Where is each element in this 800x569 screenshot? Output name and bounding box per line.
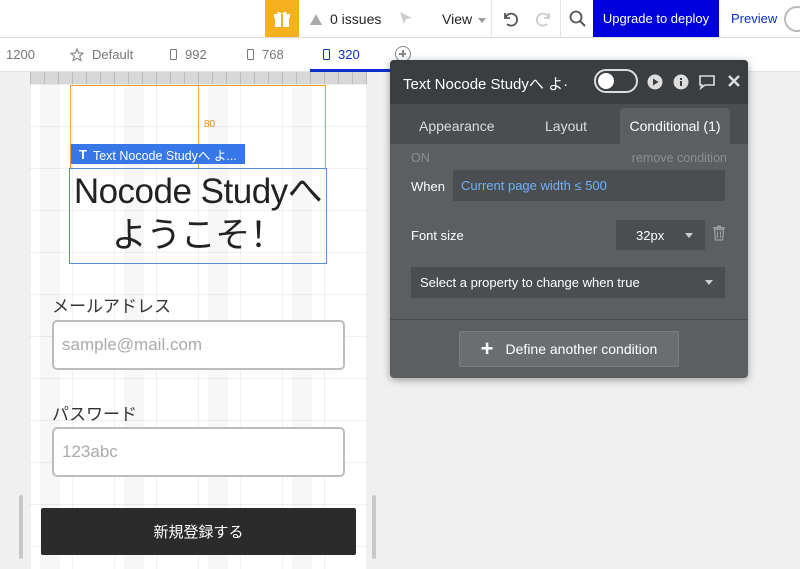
- info-icon[interactable]: [673, 74, 689, 90]
- redo-button[interactable]: [534, 9, 554, 34]
- issues-count: 0 issues: [330, 11, 382, 27]
- tab-layout[interactable]: Layout: [545, 118, 587, 134]
- remove-condition-link[interactable]: remove condition: [632, 151, 727, 165]
- page-canvas: 80 Nocode Studyへ ようこそ！ T Text Nocode Stu…: [30, 84, 367, 569]
- email-placeholder: sample@mail.com: [62, 335, 203, 354]
- editor-header[interactable]: Text Nocode Studyへ よ·: [390, 60, 748, 104]
- editor-divider: [390, 319, 748, 320]
- plus-icon: +: [480, 336, 494, 361]
- define-condition-button[interactable]: + Define another condition: [459, 331, 679, 367]
- debug-toggle[interactable]: [594, 69, 638, 93]
- star-icon: [70, 47, 84, 62]
- flask-icon: [598, 73, 614, 89]
- warning-icon: [310, 13, 322, 25]
- font-size-label: Font size: [411, 228, 464, 243]
- cursor-icon: [400, 12, 412, 24]
- chevron-down-icon: [685, 233, 693, 238]
- email-label: メールアドレス: [52, 297, 171, 316]
- tab-conditional[interactable]: Conditional (1): [620, 108, 730, 144]
- password-placeholder: 123abc: [62, 442, 118, 461]
- breakpoint-label: 320: [338, 47, 360, 62]
- undo-icon: [504, 12, 518, 27]
- toolbar-divider: [560, 0, 561, 37]
- property-placeholder: Select a property to change when true: [420, 275, 640, 290]
- view-menu[interactable]: View: [442, 11, 487, 27]
- selected-element-tag[interactable]: T Text Nocode Studyへ よ...: [71, 144, 245, 164]
- horizontal-ruler: [30, 72, 367, 84]
- search-icon: [569, 10, 586, 27]
- text-element-icon: T: [79, 146, 87, 162]
- gift-button[interactable]: [265, 0, 299, 37]
- selected-element-name: Text Nocode Studyへ よ...: [92, 148, 237, 163]
- font-size-value: 32px: [636, 227, 665, 243]
- tablet-icon: [247, 49, 254, 60]
- phone-icon: [323, 49, 330, 60]
- trash-icon[interactable]: [712, 225, 726, 241]
- breakpoint-label: 1200: [6, 47, 35, 62]
- redo-icon: [536, 12, 550, 27]
- email-field[interactable]: sample@mail.com: [52, 320, 345, 370]
- password-label: パスワード: [52, 405, 137, 424]
- breakpoint-768[interactable]: 768: [247, 47, 284, 62]
- left-scrollbar[interactable]: [19, 495, 23, 559]
- define-condition-label: Define another condition: [505, 341, 658, 357]
- condition-status: ON: [411, 151, 430, 165]
- tablet-icon: [170, 49, 177, 60]
- top-toolbar: 0 issues View Upgrade to deploy Preview: [0, 0, 800, 38]
- gift-icon: [274, 11, 290, 27]
- breakpoint-1200[interactable]: 1200: [6, 47, 35, 62]
- account-avatar[interactable]: [784, 6, 800, 32]
- password-field[interactable]: 123abc: [52, 427, 345, 477]
- distance-guide-value: 80: [204, 119, 216, 130]
- search-button[interactable]: [568, 9, 588, 34]
- breakpoint-992[interactable]: 992: [170, 47, 207, 62]
- when-label: When: [411, 179, 445, 194]
- issues-indicator[interactable]: 0 issues: [310, 11, 381, 27]
- upgrade-button[interactable]: Upgrade to deploy: [593, 0, 719, 37]
- undo-button[interactable]: [500, 9, 520, 34]
- play-icon[interactable]: [647, 74, 663, 90]
- view-label: View: [442, 11, 473, 27]
- breakpoint-label: 768: [262, 47, 284, 62]
- inspect-cursor-button[interactable]: [398, 10, 414, 31]
- font-size-dropdown[interactable]: 32px: [616, 220, 705, 250]
- tab-appearance[interactable]: Appearance: [419, 118, 495, 134]
- comment-icon[interactable]: [698, 74, 716, 90]
- property-editor: Text Nocode Studyへ よ· Appearance Layout …: [390, 60, 748, 378]
- property-dropdown[interactable]: Select a property to change when true: [411, 267, 725, 298]
- condition-expression-field[interactable]: Current page width ≤ 500: [453, 170, 725, 201]
- toolbar-divider: [491, 0, 492, 37]
- chevron-down-icon: [705, 280, 713, 285]
- breakpoint-label: 992: [185, 47, 207, 62]
- chevron-down-icon: [478, 17, 487, 23]
- close-icon[interactable]: [727, 74, 741, 88]
- editor-title: Text Nocode Studyへ よ·: [403, 76, 569, 93]
- signup-button[interactable]: 新規登録する: [41, 508, 356, 555]
- right-scrollbar[interactable]: [372, 495, 376, 559]
- breakpoint-label: Default: [92, 47, 134, 62]
- breakpoint-default[interactable]: Default: [70, 47, 133, 62]
- preview-button[interactable]: Preview: [731, 11, 777, 26]
- breakpoint-320[interactable]: 320: [323, 47, 360, 62]
- page-heading[interactable]: Nocode Studyへ ようこそ！: [69, 170, 327, 258]
- editor-tabs: Appearance Layout Conditional (1): [390, 104, 748, 144]
